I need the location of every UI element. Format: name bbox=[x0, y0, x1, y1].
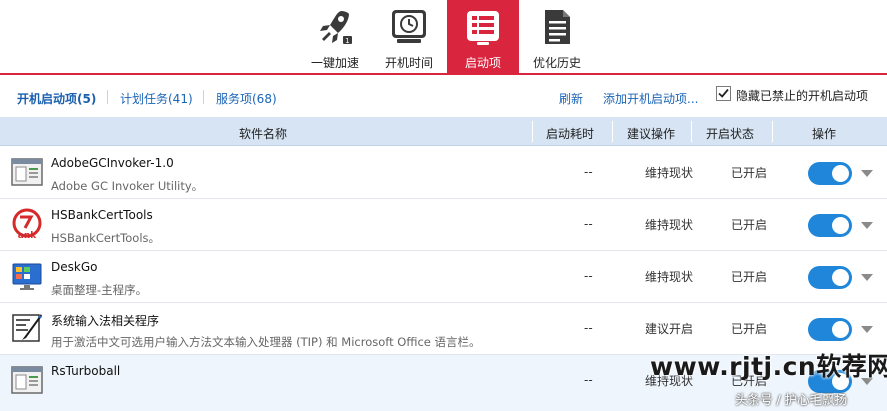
toggle-knob bbox=[832, 165, 849, 182]
toolbar-startup-items[interactable]: 启动项 bbox=[447, 0, 519, 73]
history-document-icon bbox=[545, 10, 570, 44]
tab-scheduled-tasks[interactable]: 计划任务(41) bbox=[120, 90, 193, 107]
table-row[interactable]: AdobeGCInvoker-1.0 Adobe GC Invoker Util… bbox=[0, 147, 887, 199]
tab-divider bbox=[107, 90, 108, 104]
table-row[interactable]: DeskGo 桌面整理-主程序。 -- 维持现状 已开启 bbox=[0, 251, 887, 303]
monitor-icon bbox=[12, 263, 42, 290]
refresh-link[interactable]: 刷新 bbox=[559, 90, 583, 107]
row-advice: 维持现状 bbox=[645, 166, 694, 180]
pen-document-icon bbox=[12, 314, 42, 342]
row-name: HSBankCertTools bbox=[51, 208, 153, 222]
row-status: 已开启 bbox=[731, 218, 768, 232]
author-watermark: 头条号 / 护心毛飘扬 bbox=[735, 392, 848, 407]
app-window-icon bbox=[11, 158, 43, 186]
rocket-icon: 1 bbox=[320, 11, 352, 45]
svg-text:1: 1 bbox=[345, 37, 349, 45]
row-description: HSBankCertTools。 bbox=[51, 231, 161, 245]
site-watermark: www.rjtj.cn软荐网 bbox=[650, 352, 887, 381]
row-name: AdobeGCInvoker-1.0 bbox=[51, 156, 174, 170]
row-description: 用于激活中文可选用户输入方法文本输入处理器 (TIP) 和 Microsoft … bbox=[51, 335, 481, 349]
row-status: 已开启 bbox=[731, 322, 768, 336]
toggle-knob bbox=[832, 269, 849, 286]
row-status: 已开启 bbox=[731, 270, 768, 284]
enable-toggle[interactable] bbox=[808, 318, 852, 341]
toggle-knob bbox=[832, 321, 849, 338]
row-time: -- bbox=[584, 373, 593, 387]
tab-startup-items[interactable]: 开机启动项(5) bbox=[17, 90, 96, 107]
tab-divider bbox=[203, 90, 204, 104]
row-advice: 维持现状 bbox=[645, 218, 694, 232]
top-toolbar: 1 一键加速 开机时间 启动项 优化历史 bbox=[0, 0, 887, 75]
row-status: 已开启 bbox=[731, 166, 768, 180]
row-description: Adobe GC Invoker Utility。 bbox=[51, 179, 204, 193]
column-divider bbox=[612, 121, 613, 142]
row-time: -- bbox=[584, 165, 593, 179]
clock-icon bbox=[392, 10, 426, 43]
toolbar-startup-items-label: 启动项 bbox=[464, 56, 501, 70]
row-name: DeskGo bbox=[51, 260, 98, 274]
toolbar-history[interactable]: 优化历史 bbox=[521, 0, 593, 73]
chevron-down-icon[interactable] bbox=[861, 222, 873, 229]
column-header-time[interactable]: 启动耗时 bbox=[546, 125, 594, 142]
row-name: 系统输入法相关程序 bbox=[51, 314, 160, 328]
column-divider bbox=[532, 121, 533, 142]
chevron-down-icon[interactable] bbox=[861, 326, 873, 333]
hide-disabled-checkbox[interactable] bbox=[716, 86, 731, 101]
column-divider bbox=[772, 121, 773, 142]
toolbar-speedup-label: 一键加速 bbox=[310, 56, 359, 70]
row-time: -- bbox=[584, 217, 593, 231]
startup-list-icon bbox=[467, 11, 499, 45]
app-window-icon bbox=[11, 366, 43, 394]
toolbar-history-label: 优化历史 bbox=[532, 56, 581, 70]
row-description: 桌面整理-主程序。 bbox=[51, 283, 148, 297]
table-row[interactable]: ank HSBankCertTools HSBankCertTools。 -- … bbox=[0, 199, 887, 251]
column-header-name[interactable]: 软件名称 bbox=[239, 125, 287, 142]
chevron-down-icon[interactable] bbox=[861, 274, 873, 281]
table-header: 软件名称 启动耗时 建议操作 开启状态 操作 bbox=[0, 117, 887, 146]
toolbar-boot-time[interactable]: 开机时间 bbox=[373, 0, 445, 73]
checkmark-icon bbox=[718, 88, 729, 98]
svg-text:ank: ank bbox=[18, 231, 37, 240]
tab-services[interactable]: 服务项(68) bbox=[216, 90, 277, 107]
add-startup-item-link[interactable]: 添加开机启动项... bbox=[603, 90, 698, 107]
toolbar-speedup[interactable]: 1 一键加速 bbox=[299, 0, 371, 73]
enable-toggle[interactable] bbox=[808, 214, 852, 237]
hide-disabled-label[interactable]: 隐藏已禁止的开机启动项 bbox=[736, 87, 868, 104]
column-header-action: 操作 bbox=[812, 127, 837, 141]
toggle-knob bbox=[832, 217, 849, 234]
row-advice: 建议开启 bbox=[645, 322, 694, 336]
row-time: -- bbox=[584, 321, 593, 335]
enable-toggle[interactable] bbox=[808, 162, 852, 185]
column-header-advice[interactable]: 建议操作 bbox=[627, 125, 675, 142]
toolbar-boot-time-label: 开机时间 bbox=[384, 56, 433, 70]
column-header-status[interactable]: 开启状态 bbox=[706, 125, 754, 142]
bank-logo-icon: ank bbox=[12, 208, 42, 240]
chevron-down-icon[interactable] bbox=[861, 170, 873, 177]
row-advice: 维持现状 bbox=[645, 270, 694, 284]
enable-toggle[interactable] bbox=[808, 266, 852, 289]
column-divider bbox=[691, 121, 692, 142]
row-name: RsTurboball bbox=[51, 364, 121, 378]
row-time: -- bbox=[584, 269, 593, 283]
